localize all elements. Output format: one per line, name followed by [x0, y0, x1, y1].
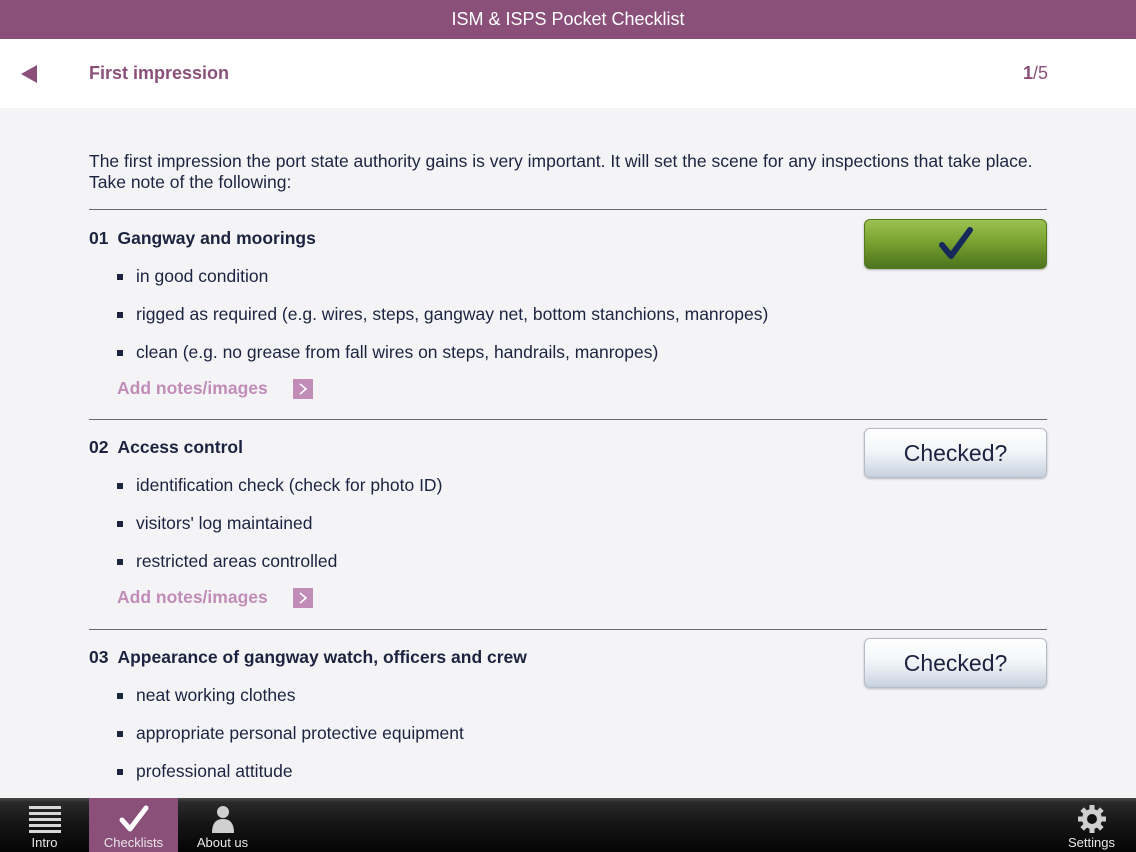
bullet-icon	[117, 768, 123, 775]
list-item: clean (e.g. no grease from fall wires on…	[117, 342, 658, 363]
add-notes-link[interactable]: Add notes/images	[117, 587, 313, 608]
page-title: First impression	[89, 63, 230, 83]
section-divider	[89, 209, 1047, 210]
checked-button[interactable]	[864, 219, 1047, 269]
bullet-icon	[117, 311, 123, 318]
bullet-icon	[117, 349, 123, 356]
section-number: 03	[89, 647, 109, 667]
page-current: 1	[1022, 63, 1033, 83]
checked-button[interactable]: Checked?	[864, 638, 1047, 688]
section-divider	[89, 629, 1047, 630]
tab-bar: Intro Checklists About us Settings	[0, 798, 1136, 852]
section-title: 02 Access control	[89, 437, 243, 458]
navigation-bar: First impression 1/5	[0, 39, 1136, 108]
app-title-bar: ISM & ISPS Pocket Checklist	[0, 0, 1136, 39]
bullet-icon	[117, 692, 123, 699]
gear-icon	[1077, 804, 1107, 834]
bullet-icon	[117, 273, 123, 280]
add-notes-link[interactable]: Add notes/images	[117, 378, 313, 399]
checked-button[interactable]: Checked?	[864, 428, 1047, 478]
section-title-text: Access control	[117, 437, 243, 457]
tab-label: Intro	[31, 835, 58, 850]
checkmark-icon	[119, 804, 149, 834]
list-item: appropriate personal protective equipmen…	[117, 723, 464, 744]
section-number: 02	[89, 437, 109, 457]
tab-checklists[interactable]: Checklists	[89, 798, 178, 852]
back-arrow-icon	[21, 65, 37, 83]
page-indicator: 1/5	[1023, 63, 1048, 84]
checklist-content[interactable]: The first impression the port state auth…	[0, 108, 1136, 798]
bullet-icon	[117, 730, 123, 737]
bullet-icon	[117, 558, 123, 565]
add-notes-label: Add notes/images	[117, 378, 268, 398]
person-icon	[211, 804, 235, 834]
section-number: 01	[89, 228, 109, 248]
chevron-right-icon	[292, 587, 313, 608]
app-title: ISM & ISPS Pocket Checklist	[451, 9, 685, 29]
tab-label: About us	[196, 835, 249, 850]
list-item: rigged as required (e.g. wires, steps, g…	[117, 304, 768, 325]
tab-label: Checklists	[103, 835, 164, 850]
section-divider	[89, 419, 1047, 420]
tab-label: Settings	[1068, 835, 1115, 850]
page-total: /5	[1032, 63, 1048, 83]
section-title: 01 Gangway and moorings	[89, 228, 316, 249]
list-icon	[28, 804, 62, 834]
chevron-right-icon	[292, 378, 313, 399]
tab-about-us[interactable]: About us	[178, 798, 267, 852]
tab-intro[interactable]: Intro	[0, 798, 89, 852]
list-item: identification check (check for photo ID…	[117, 475, 442, 496]
list-item: restricted areas controlled	[117, 551, 337, 572]
bullet-icon	[117, 482, 123, 489]
list-item: in good condition	[117, 266, 268, 287]
section-title-text: Gangway and moorings	[117, 228, 316, 248]
tab-settings[interactable]: Settings	[1047, 798, 1136, 852]
checkmark-icon	[938, 227, 973, 259]
list-item: professional attitude	[117, 761, 293, 782]
section-title-text: Appearance of gangway watch, officers an…	[117, 647, 527, 667]
intro-text: The first impression the port state auth…	[89, 151, 1033, 192]
list-item: visitors' log maintained	[117, 513, 312, 534]
bullet-icon	[117, 520, 123, 527]
add-notes-label: Add notes/images	[117, 587, 268, 607]
section-title: 03 Appearance of gangway watch, officers …	[89, 647, 527, 668]
back-button[interactable]	[14, 59, 44, 89]
list-item: neat working clothes	[117, 685, 296, 706]
